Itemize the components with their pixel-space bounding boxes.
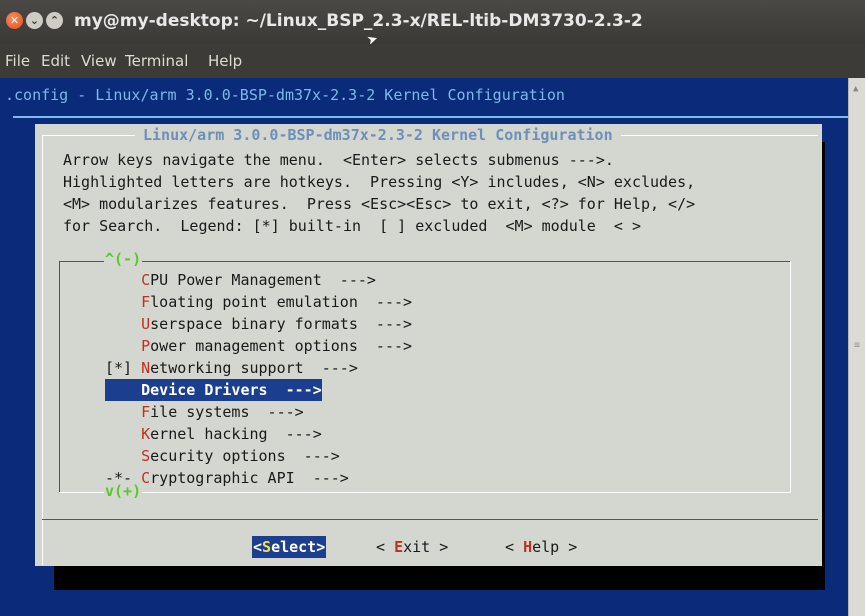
button-bar-rule [42, 519, 818, 520]
menu-item-prefix [105, 403, 141, 421]
menu-item-label: etworking support ---> [150, 359, 358, 377]
menu-item-hotkey: C [141, 271, 151, 289]
menu-item[interactable]: Floating point emulation ---> [105, 291, 412, 313]
maximize-window-button[interactable]: ⌃ [46, 12, 63, 29]
config-title-rule [13, 116, 849, 118]
help-button[interactable]: < Help > [505, 536, 577, 558]
menuconfig-dialog: Linux/arm 3.0.0-BSP-dm37x-2.3-2 Kernel C… [35, 124, 822, 566]
help-line-2: Highlighted letters are hotkeys. Pressin… [63, 173, 696, 191]
menu-item-hotkey: C [141, 469, 151, 487]
dialog-border-left [42, 135, 43, 565]
menu-item[interactable]: Security options ---> [105, 445, 340, 467]
menu-file[interactable]: File [5, 52, 30, 70]
config-title: .config - Linux/arm 3.0.0-BSP-dm37x-2.3-… [5, 86, 565, 104]
close-window-button[interactable]: ✕ [6, 12, 23, 29]
scroll-up-indicator: ^(-) [104, 250, 143, 268]
menubar: File Edit View Terminal Help [0, 44, 865, 78]
menu-item-hotkey: F [141, 403, 151, 421]
menu-item-prefix [105, 425, 141, 443]
menu-item-hotkey: K [141, 425, 151, 443]
menu-item-hotkey: N [141, 359, 151, 377]
menu-item-prefix [105, 315, 141, 333]
menu-item-label: evice Drivers ---> [150, 381, 322, 399]
help-line-4: for Search. Legend: [*] built-in [ ] exc… [63, 217, 641, 235]
menu-box-border-bottom [59, 492, 791, 493]
scrollbar-grip-icon[interactable]: ≡ [854, 340, 860, 351]
help-line-1: Arrow keys navigate the menu. <Enter> se… [63, 151, 614, 169]
menu-item-prefix [105, 381, 141, 399]
terminal-scrollbar[interactable]: ▲ ≡ [848, 78, 865, 616]
menu-view[interactable]: View [81, 52, 117, 70]
menu-item[interactable]: Userspace binary formats ---> [105, 313, 412, 335]
menu-item-hotkey: P [141, 337, 151, 355]
terminal-area[interactable]: .config - Linux/arm 3.0.0-BSP-dm37x-2.3-… [0, 78, 849, 616]
exit-close: > [430, 538, 449, 556]
menu-item-label: ryptographic API ---> [150, 469, 349, 487]
select-button[interactable]: <Select> [252, 536, 327, 558]
menu-item[interactable]: CPU Power Management ---> [105, 269, 376, 291]
menu-item[interactable]: -*- Cryptographic API ---> [105, 467, 349, 489]
exit-button[interactable]: < Exit > [376, 536, 448, 558]
menu-item[interactable]: Device Drivers ---> [105, 379, 322, 401]
select-close: > [316, 538, 326, 556]
window-title: my@my-desktop: ~/Linux_BSP_2.3-x/REL-lti… [74, 11, 643, 31]
exit-open: < [376, 538, 395, 556]
menu-item[interactable]: File systems ---> [105, 401, 304, 423]
minimize-window-button[interactable]: ⌄ [26, 12, 43, 29]
menu-item[interactable]: Kernel hacking ---> [105, 423, 322, 445]
menu-item-prefix [105, 293, 141, 311]
select-rest: elect [271, 538, 317, 556]
menu-item-hotkey: F [141, 293, 151, 311]
help-open: < [505, 538, 524, 556]
menu-item-hotkey: D [141, 381, 151, 399]
menu-item-label: ecurity options ---> [150, 447, 340, 465]
help-hotkey: H [523, 538, 533, 556]
menu-item-label: PU Power Management ---> [150, 271, 376, 289]
menu-list-box: ^(-) v(+) CPU Power Management ---> Floa… [59, 250, 791, 500]
menu-item[interactable]: Power management options ---> [105, 335, 412, 357]
menu-box-border-left [59, 261, 60, 493]
menu-item[interactable]: [*] Networking support ---> [105, 357, 358, 379]
menu-box-border-right [790, 261, 791, 493]
menu-item-hotkey: S [141, 447, 151, 465]
menu-item-hotkey: U [141, 315, 151, 333]
menu-item-label: ernel hacking ---> [150, 425, 322, 443]
help-rest: elp [532, 538, 560, 556]
menu-terminal[interactable]: Terminal [125, 52, 188, 70]
menu-item-label: ower management options ---> [150, 337, 413, 355]
menu-box-border-top [59, 261, 791, 262]
menu-item-prefix [105, 271, 141, 289]
menu-item-prefix [105, 337, 141, 355]
menu-help[interactable]: Help [208, 52, 242, 70]
menu-item-prefix: [*] [105, 359, 142, 377]
window-titlebar: ✕ ⌄ ⌃ my@my-desktop: ~/Linux_BSP_2.3-x/R… [0, 0, 865, 52]
help-close: > [559, 538, 578, 556]
menu-edit[interactable]: Edit [41, 52, 70, 70]
help-line-3: <M> modularizes features. Press <Esc><Es… [63, 195, 696, 213]
menu-item-prefix [105, 447, 141, 465]
menu-item-label: serspace binary formats ---> [150, 315, 413, 333]
scroll-up-arrow-icon[interactable]: ▲ [853, 84, 858, 94]
select-hotkey: S [262, 538, 272, 556]
menu-item-label: loating point emulation ---> [150, 293, 413, 311]
exit-rest: xit [403, 538, 431, 556]
menu-item-label: ile systems ---> [150, 403, 304, 421]
dialog-title: Linux/arm 3.0.0-BSP-dm37x-2.3-2 Kernel C… [135, 126, 621, 144]
select-open: < [253, 538, 263, 556]
exit-hotkey: E [394, 538, 404, 556]
menu-item-prefix: -*- [105, 469, 142, 487]
